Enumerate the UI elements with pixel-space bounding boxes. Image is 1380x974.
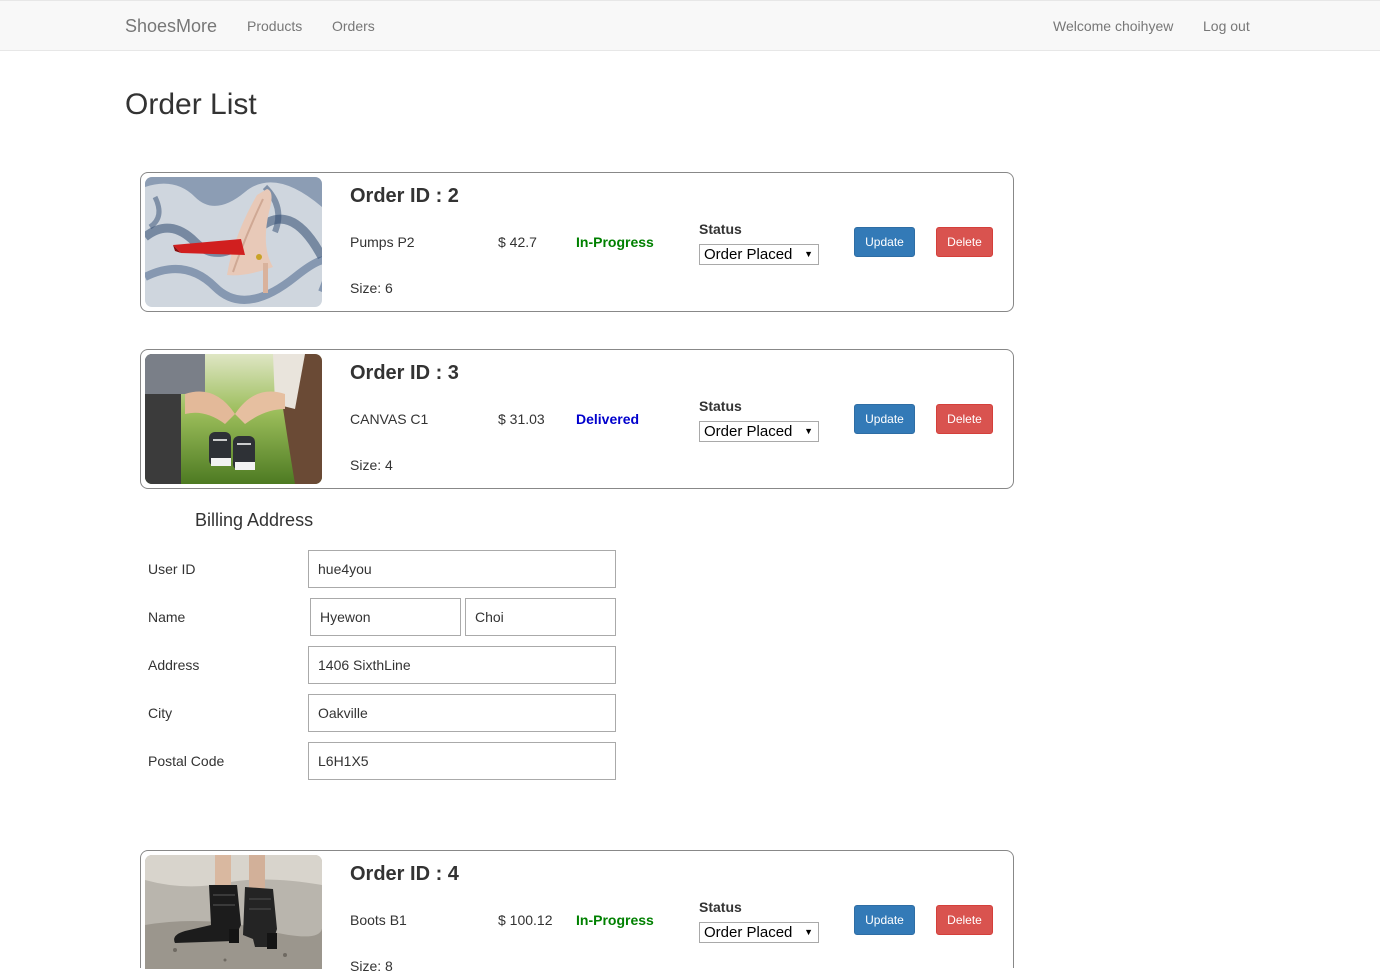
order-price: $ 100.12 [498, 912, 553, 928]
order-progress-status: Delivered [576, 411, 640, 427]
product-image-red-pump [145, 177, 322, 307]
status-select[interactable]: Order Placed ▼ [699, 244, 819, 265]
last-name-field[interactable]: Choi [465, 598, 616, 636]
dropdown-arrow-icon: ▼ [804, 927, 813, 937]
product-image-baby-sneakers [145, 354, 322, 484]
order-size: Size: 4 [350, 457, 393, 473]
welcome-user-link[interactable]: Welcome choihyew [1053, 1, 1173, 51]
update-button[interactable]: Update [854, 905, 915, 935]
delete-button[interactable]: Delete [936, 905, 993, 935]
order-size: Size: 6 [350, 280, 393, 296]
order-size: Size: 8 [350, 958, 393, 974]
user-id-label: User ID [148, 561, 196, 577]
billing-address-heading: Billing Address [195, 510, 314, 530]
dropdown-arrow-icon: ▼ [804, 249, 813, 259]
status-select[interactable]: Order Placed ▼ [699, 421, 819, 442]
page-title: Order List [125, 88, 257, 121]
order-card: Order ID : 3 CANVAS C1 $ 31.03 Delivered… [140, 349, 1014, 489]
order-price: $ 31.03 [498, 411, 545, 427]
top-navbar: ShoesMore Products Orders Welcome choihy… [0, 0, 1380, 51]
delete-button[interactable]: Delete [936, 404, 993, 434]
status-select[interactable]: Order Placed ▼ [699, 922, 819, 943]
status-label: Status [699, 899, 742, 915]
address-field[interactable]: 1406 SixthLine [308, 646, 616, 684]
user-id-field[interactable]: hue4you [308, 550, 616, 588]
order-card: Order ID : 4 Boots B1 $ 100.12 In-Progre… [140, 850, 1014, 974]
order-id-heading: Order ID : 2 [350, 185, 459, 207]
status-select-value: Order Placed [704, 423, 793, 440]
status-label: Status [699, 398, 742, 414]
name-label: Name [148, 609, 186, 625]
order-price: $ 42.7 [498, 234, 537, 250]
postal-code-label: Postal Code [148, 753, 225, 769]
city-field[interactable]: Oakville [308, 694, 616, 732]
product-image-ankle-boots [145, 855, 322, 969]
order-progress-status: In-Progress [576, 234, 654, 250]
product-name: CANVAS C1 [350, 411, 429, 427]
brand-link[interactable]: ShoesMore [125, 1, 217, 51]
dropdown-arrow-icon: ▼ [804, 426, 813, 436]
status-select-value: Order Placed [704, 924, 793, 941]
logout-link[interactable]: Log out [1203, 1, 1250, 51]
delete-button[interactable]: Delete [936, 227, 993, 257]
address-label: Address [148, 657, 200, 673]
status-select-value: Order Placed [704, 246, 793, 263]
postal-code-field[interactable]: L6H1X5 [308, 742, 616, 780]
order-id-heading: Order ID : 3 [350, 362, 459, 384]
product-name: Boots B1 [350, 912, 407, 928]
nav-orders-link[interactable]: Orders [332, 1, 375, 51]
order-progress-status: In-Progress [576, 912, 654, 928]
product-name: Pumps P2 [350, 234, 415, 250]
first-name-field[interactable]: Hyewon [310, 598, 461, 636]
city-label: City [148, 705, 173, 721]
order-id-heading: Order ID : 4 [350, 863, 459, 885]
status-label: Status [699, 221, 742, 237]
update-button[interactable]: Update [854, 404, 915, 434]
update-button[interactable]: Update [854, 227, 915, 257]
order-card: Order ID : 2 Pumps P2 $ 42.7 In-Progress… [140, 172, 1014, 312]
nav-products-link[interactable]: Products [247, 1, 302, 51]
